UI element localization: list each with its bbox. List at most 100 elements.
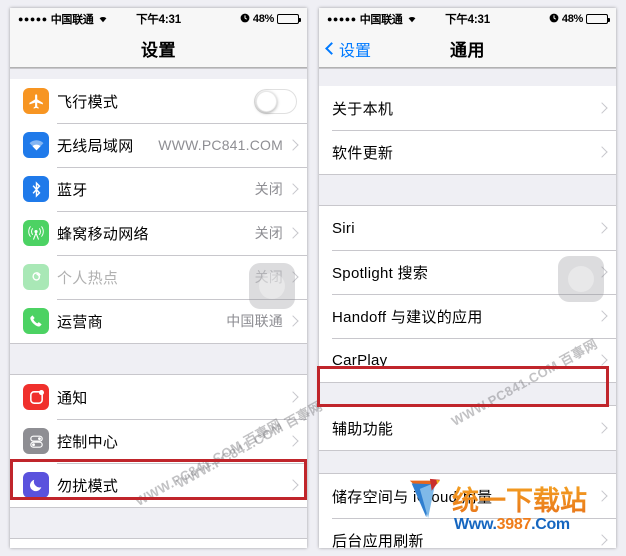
site-logo-top-row: 统一下载站 <box>408 476 587 520</box>
chevron-right-icon <box>596 222 608 234</box>
list-gap-3 <box>319 450 616 474</box>
alarm-icon <box>240 13 250 26</box>
row-software-update[interactable]: 软件更新 <box>319 130 616 174</box>
site-logo-name: 统一下载站 <box>452 479 587 518</box>
back-button[interactable]: 设置 <box>325 37 372 61</box>
chevron-right-icon <box>287 315 299 327</box>
row-about[interactable]: 关于本机 <box>319 86 616 130</box>
site-logo-url: Www.3987.Com <box>454 516 570 534</box>
row-label: 飞行模式 <box>57 93 119 111</box>
notifications-icon <box>23 384 49 410</box>
notifications-icon-svg <box>29 389 44 404</box>
right-nav-bar: 设置 通用 <box>319 30 616 68</box>
row-label: 关于本机 <box>332 100 394 118</box>
right-group-about: 关于本机 软件更新 <box>319 86 616 174</box>
list-top-gap <box>319 68 616 86</box>
list-gap-2 <box>10 507 307 539</box>
row-value: 中国联通 <box>226 313 283 329</box>
row-cellular[interactable]: 蜂窝移动网络 关闭 <box>10 211 307 255</box>
moon-icon-svg <box>30 479 42 492</box>
chevron-right-icon <box>596 490 608 502</box>
back-button-label: 设置 <box>339 42 372 60</box>
control-center-icon-svg <box>29 435 43 448</box>
chevron-left-icon <box>325 42 338 55</box>
status-right-group: 48% <box>240 13 301 26</box>
list-top-gap <box>10 68 307 79</box>
row-label: 无线局域网 <box>57 137 134 155</box>
assistive-touch-button[interactable] <box>249 263 295 309</box>
row-label: Handoff 与建议的应用 <box>332 308 483 326</box>
airplane-mode-toggle[interactable] <box>254 88 297 114</box>
row-label: Siri <box>332 219 355 237</box>
left-phone-screen: ●●●●● 中国联通 下午4:31 48% 设置 飞行模式 无线局域网 WWW.… <box>10 8 307 548</box>
wifi-icon-svg <box>29 140 43 151</box>
logo-url-suffix: .Com <box>531 516 570 533</box>
row-label: 控制中心 <box>57 433 119 451</box>
row-value: 关闭 <box>254 225 283 241</box>
chevron-right-icon <box>596 354 608 366</box>
chevron-right-icon <box>287 139 299 151</box>
hotspot-icon-svg <box>31 271 41 281</box>
logo-mark-icon <box>409 478 440 519</box>
row-label: 辅助功能 <box>332 420 394 438</box>
row-label: 软件更新 <box>332 144 394 162</box>
left-phone-panel: ●●●●● 中国联通 下午4:31 48% 设置 飞行模式 无线局域网 WWW.… <box>0 0 313 556</box>
left-nav-bar: 设置 <box>10 30 307 68</box>
alarm-icon-svg <box>549 13 559 22</box>
row-label: 勿扰模式 <box>57 477 119 495</box>
row-label: 个人热点 <box>57 269 119 287</box>
battery-percent: 48% <box>561 13 583 25</box>
battery-icon <box>277 14 301 24</box>
row-wifi[interactable]: 无线局域网 WWW.PC841.COM <box>10 123 307 167</box>
chevron-right-icon <box>287 391 299 403</box>
left-status-bar: ●●●●● 中国联通 下午4:31 48% <box>10 8 307 30</box>
row-siri[interactable]: Siri <box>319 206 616 250</box>
hotspot-icon <box>23 264 49 290</box>
row-notifications[interactable]: 通知 <box>10 375 307 419</box>
battery-icon <box>586 14 610 24</box>
chevron-right-icon <box>596 534 608 546</box>
phone-icon-svg <box>30 315 42 327</box>
logo-url-prefix: Www. <box>454 516 497 533</box>
alarm-icon <box>549 13 559 26</box>
assistive-touch-ring <box>568 266 594 292</box>
cellular-icon <box>23 220 49 246</box>
left-group-general: 通用 AA 显示与亮度 <box>10 539 307 548</box>
chevron-right-icon <box>596 310 608 322</box>
page-title: 设置 <box>141 41 176 60</box>
alarm-icon-svg <box>240 13 250 22</box>
control-center-icon <box>23 428 49 454</box>
bluetooth-icon-svg <box>32 180 40 198</box>
do-not-disturb-icon <box>23 472 49 498</box>
list-gap-1 <box>319 174 616 206</box>
row-value: 关闭 <box>254 181 283 197</box>
chevron-right-icon <box>596 422 608 434</box>
row-airplane-mode[interactable]: 飞行模式 <box>10 79 307 123</box>
row-label: 通知 <box>57 389 88 407</box>
assistive-touch-button[interactable] <box>558 256 604 302</box>
battery-percent: 48% <box>252 13 274 25</box>
cellular-icon-svg <box>28 226 44 240</box>
row-label: Spotlight 搜索 <box>332 264 429 282</box>
chevron-right-icon <box>287 435 299 447</box>
toggle-knob <box>256 90 277 112</box>
logo-url-number: 3987 <box>496 516 532 533</box>
right-phone-panel: ●●●●● 中国联通 下午4:31 48% 设置 通用 关于本机 软件更新 Si… <box>313 0 626 556</box>
row-label: 蓝牙 <box>57 181 88 199</box>
row-bluetooth[interactable]: 蓝牙 关闭 <box>10 167 307 211</box>
chevron-right-icon <box>596 146 608 158</box>
right-phone-screen: ●●●●● 中国联通 下午4:31 48% 设置 通用 关于本机 软件更新 Si… <box>319 8 616 548</box>
chevron-right-icon <box>596 102 608 114</box>
carrier-phone-icon <box>23 308 49 334</box>
row-label: 蜂窝移动网络 <box>57 225 149 243</box>
chevron-right-icon <box>287 479 299 491</box>
bluetooth-icon <box>23 176 49 202</box>
right-status-bar: ●●●●● 中国联通 下午4:31 48% <box>319 8 616 30</box>
sidebar-item-general[interactable]: 通用 <box>10 539 307 548</box>
row-label: CarPlay <box>332 351 388 369</box>
wifi-icon <box>23 132 49 158</box>
status-right-group: 48% <box>549 13 610 26</box>
airplane-icon <box>23 88 49 114</box>
site-logo: 统一下载站 Www.3987.Com <box>408 476 587 534</box>
row-label: 运营商 <box>57 313 103 331</box>
